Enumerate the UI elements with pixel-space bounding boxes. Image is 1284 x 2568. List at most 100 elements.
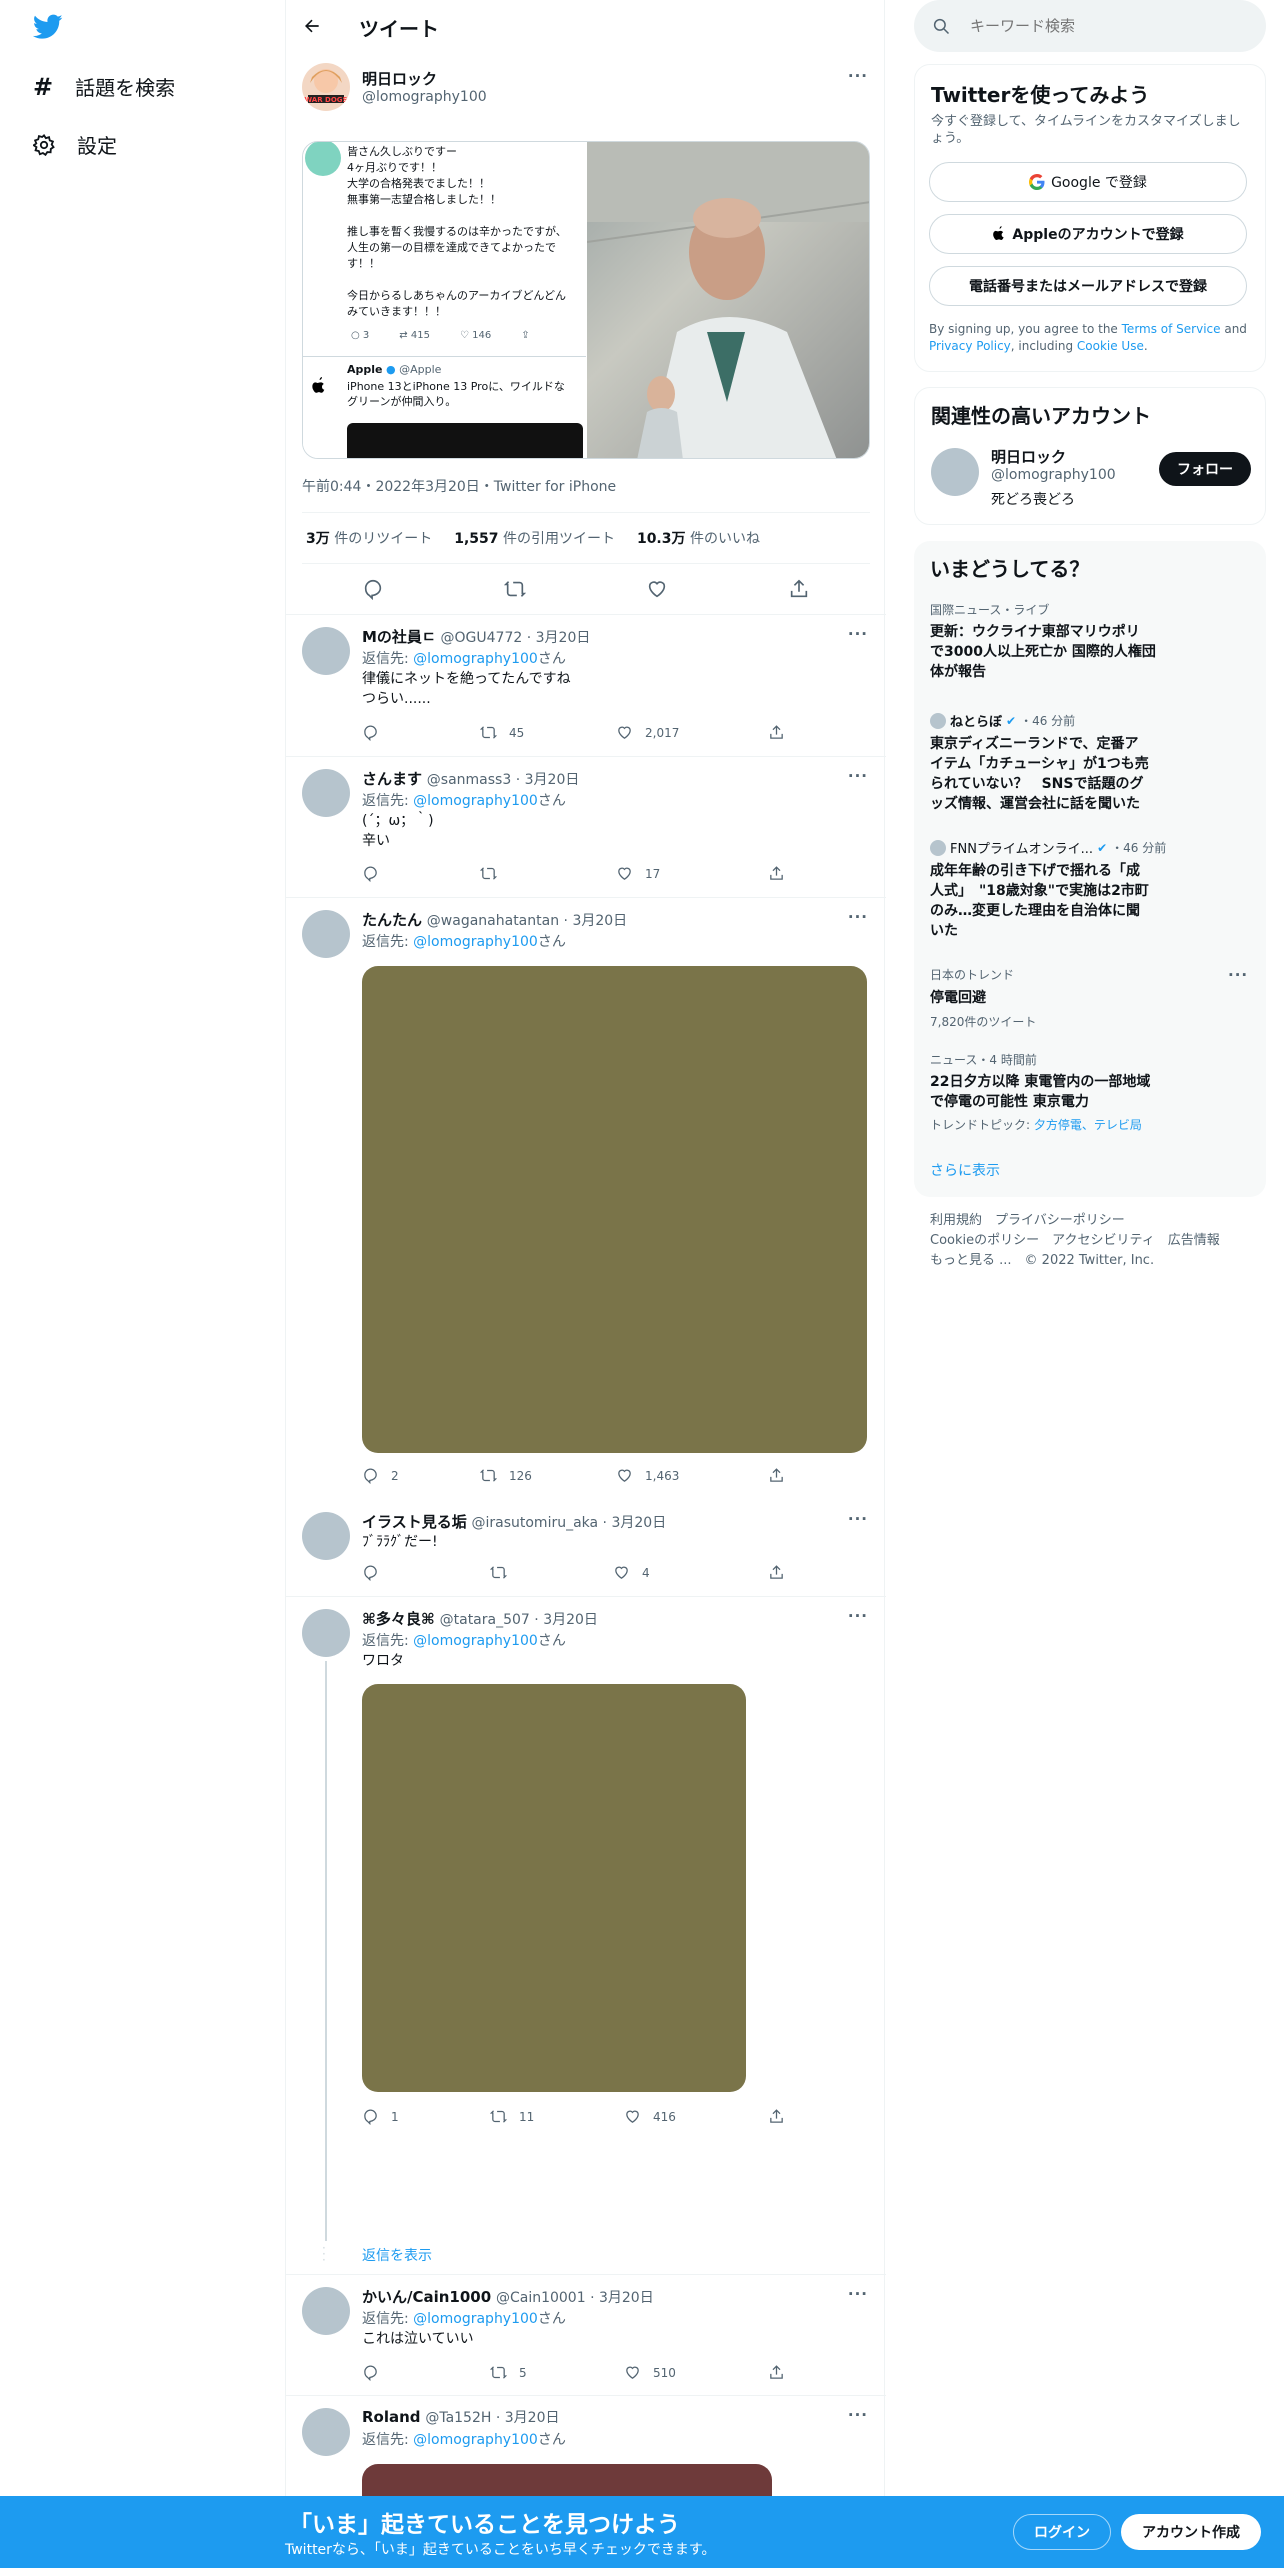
reply-author-name[interactable]: ⌘多々良⌘: [362, 1610, 435, 1628]
reply-date[interactable]: 3月20日: [611, 1515, 666, 1531]
reply-author-name[interactable]: イラスト見る垢: [362, 1513, 467, 1531]
related-handle[interactable]: @lomography100: [991, 467, 1116, 483]
reply-date[interactable]: 3月20日: [536, 630, 591, 646]
share-button[interactable]: [768, 1564, 896, 1581]
reply-to-link[interactable]: @lomography100: [413, 1633, 538, 1649]
retweet-button[interactable]: [490, 1564, 613, 1581]
like-button[interactable]: 510: [624, 2364, 768, 2381]
reply-author-handle[interactable]: @irasutomiru_aka: [471, 1515, 598, 1531]
reply-tweet[interactable]: かいん/Cain1000 @Cain10001 · 3月20日 ··· 返信先:…: [286, 2275, 886, 2396]
share-button[interactable]: [768, 865, 896, 882]
reply-author-handle[interactable]: @Ta152H: [425, 2410, 491, 2426]
reply-avatar[interactable]: [302, 2408, 350, 2456]
reply-author-name[interactable]: Mの社員ㄷ: [362, 628, 436, 646]
share-button[interactable]: [768, 2108, 896, 2125]
reply-button[interactable]: [362, 724, 480, 741]
reply-date[interactable]: 3月20日: [505, 2410, 560, 2426]
reply-button[interactable]: [362, 2364, 490, 2381]
more-icon[interactable]: ···: [848, 2406, 868, 2424]
trend-item[interactable]: 国際ニュース・ライブ 更新：ウクライナ東部マリウポリ で3000人以上死亡か 国…: [930, 601, 1250, 682]
trend-item[interactable]: ニュース・4 時間前 22日夕方以降 東電管内の一部地域 で停電の可能性 東京電…: [930, 1051, 1250, 1133]
trend-topic-links[interactable]: 夕方停電、テレビ局: [1034, 1118, 1142, 1132]
retweet-button[interactable]: [480, 865, 616, 882]
author-name[interactable]: 明日ロック: [362, 68, 437, 89]
trend-item[interactable]: FNNプライムオンライ... ✔ ・46 分前 成年年齢の引き下げで揺れる「成 …: [930, 838, 1250, 941]
reply-author-handle[interactable]: @waganahatantan: [427, 913, 559, 929]
footer-ads[interactable]: 広告情報: [1168, 1233, 1220, 1248]
like-button[interactable]: 4: [613, 1564, 768, 1581]
login-button[interactable]: ログイン: [1013, 2514, 1111, 2550]
like-button[interactable]: 1,463: [616, 1467, 768, 1484]
footer-more[interactable]: もっと見る ...: [930, 1253, 1012, 1268]
reply-author-handle[interactable]: @Cain10001: [496, 2290, 586, 2306]
retweet-button[interactable]: 5: [490, 2364, 624, 2381]
more-icon[interactable]: ···: [848, 767, 868, 785]
twitter-logo-icon[interactable]: [33, 14, 63, 40]
search-bar[interactable]: [914, 0, 1266, 52]
reply-author-name[interactable]: Roland: [362, 2408, 421, 2426]
phone-email-signup-button[interactable]: 電話番号またはメールアドレスで登録: [929, 266, 1247, 306]
share-button[interactable]: [768, 1467, 896, 1484]
follow-button[interactable]: フォロー: [1159, 452, 1251, 486]
like-button[interactable]: 17: [616, 865, 768, 882]
nav-explore[interactable]: # 話題を検索: [33, 72, 175, 101]
reply-author-name[interactable]: たんたん: [362, 911, 422, 929]
related-name[interactable]: 明日ロック: [991, 446, 1066, 467]
retweet-button[interactable]: 45: [480, 724, 616, 741]
reply-button[interactable]: 2: [362, 1467, 480, 1484]
reply-date[interactable]: 3月20日: [572, 913, 627, 929]
reply-to-link[interactable]: @lomography100: [413, 2311, 538, 2327]
apple-signup-button[interactable]: Appleのアカウントで登録: [929, 214, 1247, 254]
footer-privacy[interactable]: プライバシーポリシー: [995, 1213, 1125, 1228]
share-button[interactable]: [768, 724, 896, 741]
related-avatar[interactable]: [931, 448, 979, 496]
reply-tweet[interactable]: さんます @sanmass3 · 3月20日 ··· 返信先: @lomogra…: [286, 757, 886, 898]
reply-avatar[interactable]: [302, 910, 350, 958]
reply-date[interactable]: 3月20日: [543, 1612, 598, 1628]
reply-date[interactable]: 3月20日: [599, 2290, 654, 2306]
share-icon[interactable]: [788, 578, 810, 600]
footer-cookie[interactable]: Cookieのポリシー: [930, 1233, 1039, 1248]
reply-avatar[interactable]: [302, 1512, 350, 1560]
show-more-link[interactable]: さらに表示: [930, 1160, 1000, 1180]
reply-author-handle[interactable]: @OGU4772: [441, 630, 523, 646]
reply-tweet[interactable]: たんたん @waganahatantan · 3月20日 ··· 返信先: @l…: [286, 898, 886, 1490]
author-avatar[interactable]: WAR DOGS: [302, 63, 350, 111]
tweet-media[interactable]: 皆さん久しぶりですー 4ヶ月ぶりです！！ 大学の合格発表でました！！ 無事第一志…: [302, 141, 870, 459]
like-button[interactable]: 416: [624, 2108, 768, 2125]
reply-avatar[interactable]: [302, 627, 350, 675]
nav-settings[interactable]: 設定: [33, 130, 117, 159]
more-icon[interactable]: ···: [848, 2285, 868, 2303]
retweet-button[interactable]: 126: [480, 1467, 616, 1484]
more-icon[interactable]: ···: [848, 1510, 868, 1528]
share-button[interactable]: [768, 2364, 896, 2381]
retweet-icon[interactable]: [504, 578, 526, 600]
reply-to-link[interactable]: @lomography100: [413, 651, 538, 667]
more-icon[interactable]: ···: [848, 1607, 868, 1625]
reply-to-link[interactable]: @lomography100: [413, 793, 538, 809]
more-icon[interactable]: ···: [848, 625, 868, 643]
reply-to-link[interactable]: @lomography100: [413, 934, 538, 950]
reply-media[interactable]: [362, 1684, 746, 2092]
like-icon[interactable]: [646, 578, 668, 600]
reply-tweet[interactable]: ⌘多々良⌘ @tatara_507 · 3月20日 ··· 返信先: @lomo…: [286, 1597, 886, 2275]
reply-media[interactable]: [362, 966, 867, 1453]
like-button[interactable]: 2,017: [616, 724, 768, 741]
retweets-stat[interactable]: 3万 件のリツイート: [306, 528, 432, 548]
privacy-link[interactable]: Privacy Policy: [929, 339, 1011, 353]
likes-stat[interactable]: 10.3万 件のいいね: [637, 528, 760, 548]
trend-item[interactable]: 日本のトレンド 停電回避 7,820件のツイート: [930, 966, 1250, 1030]
footer-terms[interactable]: 利用規約: [930, 1213, 982, 1228]
reply-to-link[interactable]: @lomography100: [413, 2432, 538, 2448]
footer-accessibility[interactable]: アクセシビリティ: [1052, 1233, 1155, 1248]
tweet-meta[interactable]: 午前0:44・2022年3月20日・Twitter for iPhone: [302, 476, 616, 496]
reply-avatar[interactable]: [302, 769, 350, 817]
reply-button[interactable]: [362, 1564, 490, 1581]
quotes-stat[interactable]: 1,557 件の引用ツイート: [454, 528, 615, 548]
show-replies-link[interactable]: 返信を表示: [362, 2245, 432, 2265]
reply-icon[interactable]: [362, 578, 384, 600]
reply-author-name[interactable]: さんます: [362, 770, 422, 788]
reply-author-handle[interactable]: @sanmass3: [427, 772, 511, 788]
reply-date[interactable]: 3月20日: [525, 772, 580, 788]
signup-button[interactable]: アカウント作成: [1121, 2514, 1261, 2550]
